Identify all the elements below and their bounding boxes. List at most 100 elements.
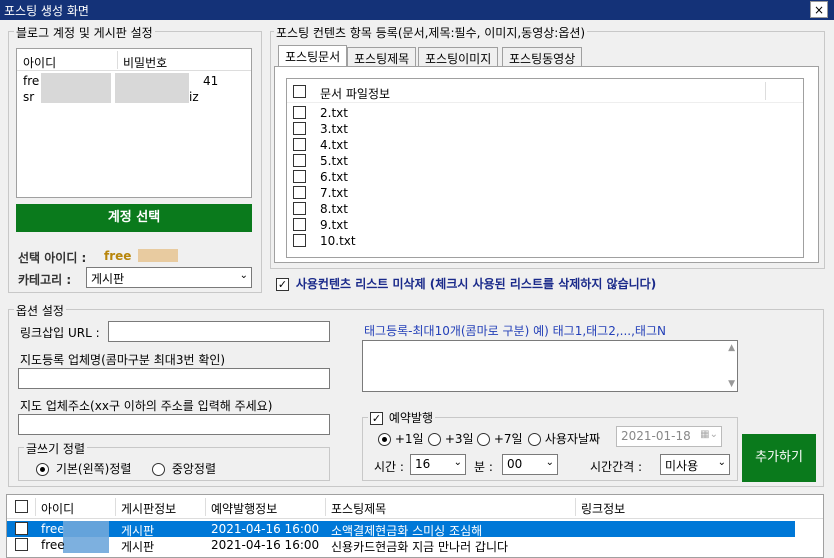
col-id-header[interactable]: 아이디 bbox=[23, 54, 56, 71]
file-checkbox[interactable] bbox=[293, 186, 306, 199]
date-picker[interactable]: 2021-01-18 ▦⌄ bbox=[616, 426, 722, 447]
file-row[interactable]: 9.txt bbox=[287, 217, 803, 233]
file-name: 6.txt bbox=[320, 170, 348, 184]
tab-posting-video[interactable]: 포스팅동영상 bbox=[502, 47, 583, 67]
selected-id-value: free bbox=[104, 249, 132, 263]
row-checkbox[interactable] bbox=[15, 522, 28, 535]
row-checkbox[interactable] bbox=[15, 538, 28, 551]
sched-user-label: 사용자날짜 bbox=[544, 432, 601, 446]
interval-select[interactable]: 미사용 ⌄ bbox=[660, 454, 730, 475]
file-checkbox[interactable] bbox=[293, 154, 306, 167]
file-checkbox[interactable] bbox=[293, 202, 306, 215]
col-divider bbox=[205, 498, 206, 516]
blog-account-group-label: 블로그 계정 및 게시판 설정 bbox=[14, 24, 155, 41]
align-center-label: 중앙정렬 bbox=[171, 462, 216, 476]
tab-posting-image[interactable]: 포스팅이미지 bbox=[418, 47, 499, 67]
sched-3-radio[interactable] bbox=[428, 433, 441, 446]
account-list-header: 아이디 비밀번호 bbox=[17, 49, 251, 71]
file-name: 3.txt bbox=[320, 122, 348, 136]
close-icon[interactable]: × bbox=[810, 1, 828, 18]
col-divider bbox=[35, 498, 36, 516]
account-row[interactable]: fre 41 bbox=[17, 73, 251, 103]
table-row[interactable]: free 게시판 2021-04-16 16:00 신용카드현금화 지금 만나러… bbox=[7, 537, 795, 554]
file-header-label: 문서 파일정보 bbox=[320, 87, 391, 101]
map-address-input[interactable] bbox=[18, 414, 330, 435]
col-id-header[interactable]: 아이디 bbox=[41, 500, 74, 517]
file-checkbox[interactable] bbox=[293, 106, 306, 119]
align-left-radio[interactable] bbox=[36, 463, 49, 476]
sched-7-radio[interactable] bbox=[477, 433, 490, 446]
chevron-down-icon: ⌄ bbox=[453, 457, 462, 468]
tag-textarea[interactable]: ▲ ▼ bbox=[362, 340, 738, 392]
map-company-label: 지도등록 업체명(콤마구분 최대3번 확인) bbox=[20, 353, 226, 367]
file-checkbox[interactable] bbox=[293, 170, 306, 183]
file-checkbox[interactable] bbox=[293, 122, 306, 135]
schedule-checkbox[interactable] bbox=[370, 412, 383, 425]
sched-1-label: +1일 bbox=[394, 432, 424, 446]
scrollbar-up-icon[interactable]: ▲ bbox=[728, 343, 735, 353]
chevron-down-icon: ⌄ bbox=[545, 457, 554, 468]
file-checkbox[interactable] bbox=[293, 218, 306, 231]
file-name: 10.txt bbox=[320, 234, 356, 248]
sched-1-option[interactable]: +1일 bbox=[378, 430, 424, 447]
minute-select[interactable]: 00 ⌄ bbox=[502, 454, 558, 475]
keep-list-label: 사용컨텐츠 리스트 미삭제 (체크시 사용된 리스트를 삭제하지 않습니다) bbox=[295, 277, 657, 291]
select-account-button[interactable]: 계정 선택 bbox=[16, 204, 252, 232]
posting-table[interactable]: 아이디 게시판정보 예약발행정보 포스팅제목 링크정보 free 게시판 202… bbox=[6, 494, 824, 558]
posting-table-header: 아이디 게시판정보 예약발행정보 포스팅제목 링크정보 bbox=[7, 495, 823, 519]
file-list[interactable]: 문서 파일정보 2.txt 3.txt 4.txt 5.txt 6.txt 7.txt 8.… bbox=[286, 78, 804, 258]
add-button[interactable]: 추가하기 bbox=[742, 434, 816, 482]
align-left-option[interactable]: 기본(왼쪽)정렬 bbox=[36, 460, 131, 477]
select-all-rows-checkbox[interactable] bbox=[15, 500, 28, 513]
sched-7-option[interactable]: +7일 bbox=[477, 430, 523, 447]
minute-label: 분 : bbox=[474, 460, 493, 474]
file-row[interactable]: 4.txt bbox=[287, 137, 803, 153]
scrollbar-down-icon[interactable]: ▼ bbox=[728, 379, 735, 389]
account-list[interactable]: 아이디 비밀번호 fre 41 sr iz bbox=[16, 48, 252, 198]
sched-user-option[interactable]: 사용자날짜 bbox=[528, 430, 600, 447]
file-row[interactable]: 6.txt bbox=[287, 169, 803, 185]
sched-user-radio[interactable] bbox=[528, 433, 541, 446]
title-bar: 포스팅 생성 화면 × bbox=[0, 0, 834, 20]
link-url-label: 링크삽입 URL : bbox=[20, 326, 100, 340]
col-pw-header[interactable]: 비밀번호 bbox=[123, 54, 167, 71]
schedule-option[interactable]: 예약발행 bbox=[368, 409, 435, 426]
sched-3-option[interactable]: +3일 bbox=[428, 430, 474, 447]
file-row[interactable]: 10.txt bbox=[287, 233, 803, 249]
col-title-header[interactable]: 포스팅제목 bbox=[331, 500, 386, 517]
file-checkbox[interactable] bbox=[293, 138, 306, 151]
align-center-option[interactable]: 중앙정렬 bbox=[152, 460, 216, 477]
table-row[interactable]: free 게시판 2021-04-16 16:00 소액결제현금화 스미싱 조심… bbox=[7, 521, 795, 553]
account-row[interactable]: sr iz bbox=[17, 89, 251, 105]
select-all-checkbox[interactable] bbox=[293, 85, 306, 98]
col-schedule-header[interactable]: 예약발행정보 bbox=[211, 500, 277, 517]
tag-label: 태그등록-최대10개(콤마로 구분) 예) 태그1,태그2,...,태그N bbox=[364, 324, 666, 338]
date-value: 2021-01-18 bbox=[621, 429, 691, 443]
hour-select[interactable]: 16 ⌄ bbox=[410, 454, 466, 475]
category-select[interactable]: 게시판 ⌄ bbox=[86, 267, 252, 288]
align-center-radio[interactable] bbox=[152, 463, 165, 476]
tab-posting-doc[interactable]: 포스팅문서 bbox=[278, 45, 348, 67]
col-link-header[interactable]: 링크정보 bbox=[581, 500, 625, 517]
file-name: 8.txt bbox=[320, 202, 348, 216]
file-row[interactable]: 7.txt bbox=[287, 185, 803, 201]
tab-posting-title[interactable]: 포스팅제목 bbox=[347, 47, 417, 67]
file-row[interactable]: 5.txt bbox=[287, 153, 803, 169]
content-group-label: 포스팅 컨텐츠 항목 등록(문서,제목:필수, 이미지,동영상:옵션) bbox=[274, 24, 588, 41]
file-row[interactable]: 8.txt bbox=[287, 201, 803, 217]
interval-label: 시간간격 : bbox=[590, 460, 643, 474]
calendar-icon[interactable]: ▦⌄ bbox=[700, 429, 718, 440]
col-divider bbox=[117, 51, 118, 69]
keep-list-checkbox[interactable] bbox=[276, 278, 289, 291]
file-checkbox[interactable] bbox=[293, 234, 306, 247]
link-url-input[interactable] bbox=[108, 321, 330, 342]
keep-list-option[interactable]: 사용컨텐츠 리스트 미삭제 (체크시 사용된 리스트를 삭제하지 않습니다) bbox=[276, 275, 656, 292]
chevron-down-icon: ⌄ bbox=[717, 457, 726, 468]
map-company-input[interactable] bbox=[18, 368, 330, 389]
col-board-header[interactable]: 게시판정보 bbox=[121, 500, 176, 517]
hour-label: 시간 : bbox=[374, 460, 404, 474]
file-row[interactable]: 3.txt bbox=[287, 121, 803, 137]
options-group-label: 옵션 설정 bbox=[14, 302, 66, 319]
sched-1-radio[interactable] bbox=[378, 433, 391, 446]
file-row[interactable]: 2.txt bbox=[287, 105, 803, 121]
